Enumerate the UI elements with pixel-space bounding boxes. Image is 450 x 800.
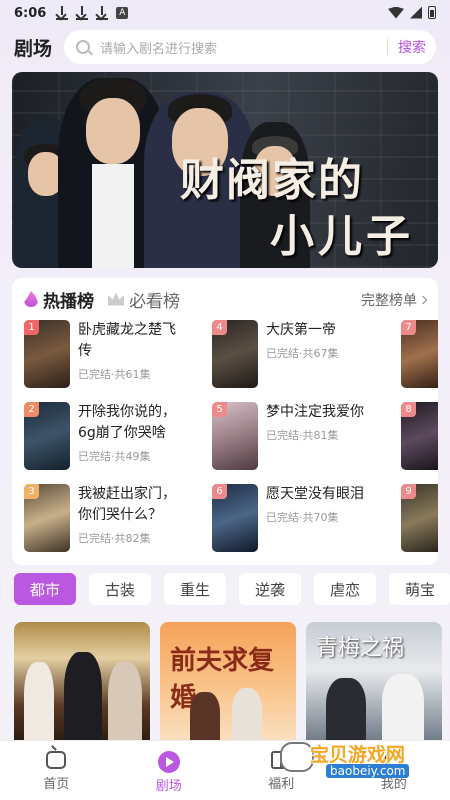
tab-must-watch-label: 必看榜 xyxy=(129,291,180,312)
drama-grid: 前夫求复婚 青梅之祸 xyxy=(14,622,450,742)
status-time: 6:06 xyxy=(14,5,47,21)
genre-chips: 都市 古装 重生 逆袭 虐恋 萌宝 xyxy=(14,573,450,605)
poster: 7 xyxy=(401,320,438,388)
rank-number: 6 xyxy=(212,484,227,499)
genre-chip-comeback[interactable]: 逆袭 xyxy=(239,573,301,605)
poster: 5 xyxy=(212,402,258,470)
drama-card-title: 青梅之祸 xyxy=(316,636,405,661)
flame-icon xyxy=(24,291,38,307)
chevron-right-icon xyxy=(418,295,428,305)
full-list-link[interactable]: 完整榜单 xyxy=(361,290,428,310)
status-bar: 6:06 A xyxy=(0,0,450,26)
banner[interactable]: 财阀家的 小儿子 xyxy=(12,72,438,268)
download-icon xyxy=(76,6,89,20)
ranking-item[interactable]: 9 xyxy=(401,484,438,552)
rank-number: 5 xyxy=(212,402,227,417)
rank-number: 9 xyxy=(401,484,416,499)
rank-number: 1 xyxy=(24,320,39,335)
poster: 6 xyxy=(212,484,258,552)
drama-meta: 已完结·共81集 xyxy=(266,429,339,442)
drama-title: 开除我你说的，6g崩了你哭啥 xyxy=(78,404,176,441)
tab-home[interactable]: 首页 xyxy=(0,741,113,800)
poster: 8 xyxy=(401,402,438,470)
genre-chip-costume[interactable]: 古装 xyxy=(89,573,151,605)
banner-title-line1: 财阀家的 xyxy=(180,155,364,206)
drama-title: 愿天堂没有眼泪 xyxy=(266,486,364,502)
search-icon xyxy=(76,40,91,54)
ranking-item[interactable]: 1 卧虎藏龙之楚飞传 已完结·共61集 xyxy=(24,320,214,388)
rank-number: 4 xyxy=(212,320,227,335)
drama-card[interactable]: 青梅之祸 xyxy=(306,622,442,742)
watermark-url: baobeiy.com xyxy=(326,764,410,778)
rank-number: 3 xyxy=(24,484,39,499)
page-title: 剧场 xyxy=(14,37,53,60)
tab-hot-label: 热播榜 xyxy=(43,291,94,312)
tab-hot[interactable]: 热播榜 xyxy=(24,287,94,312)
drama-meta: 已完结·共61集 xyxy=(78,368,151,381)
tab-theater-label: 剧场 xyxy=(155,779,182,794)
banner-title-line2: 小儿子 xyxy=(270,211,414,262)
drama-title: 梦中注定我爱你 xyxy=(266,404,364,420)
drama-meta: 已完结·共70集 xyxy=(266,511,339,524)
ranking-item[interactable]: 3 我被赶出家门，你们哭什么？ 已完结·共82集 xyxy=(24,484,214,552)
download-icon xyxy=(96,6,109,20)
poster: 1 xyxy=(24,320,70,388)
watermark-text: 宝贝游戏网 xyxy=(310,744,406,766)
poster: 4 xyxy=(212,320,258,388)
genre-chip-cute-baby[interactable]: 萌宝 xyxy=(389,573,450,605)
crown-icon xyxy=(108,292,124,306)
ranking-item[interactable]: 5 梦中注定我爱你 已完结·共81集 xyxy=(212,402,402,470)
ranking-card: 热播榜 必看榜 完整榜单 1 卧虎藏龙之楚飞传 已完结·共61集 2 开除我你说… xyxy=(12,278,438,565)
drama-meta: 已完结·共82集 xyxy=(78,532,151,545)
watermark: 宝贝游戏网 baobeiy.com xyxy=(280,740,430,784)
gamepad-icon xyxy=(280,742,314,772)
wifi-icon xyxy=(388,6,404,19)
drama-title: 大庆第一帝 xyxy=(266,322,336,338)
drama-card[interactable] xyxy=(14,622,150,742)
poster: 2 xyxy=(24,402,70,470)
download-icon xyxy=(56,6,69,20)
ranking-item[interactable]: 4 大庆第一帝 已完结·共67集 xyxy=(212,320,402,388)
rank-number: 8 xyxy=(401,402,416,417)
rank-number: 2 xyxy=(24,402,39,417)
search-input[interactable]: 请输入剧名进行搜索 xyxy=(100,38,377,57)
drama-card[interactable]: 前夫求复婚 xyxy=(160,622,296,742)
search-divider xyxy=(387,39,388,55)
a-icon: A xyxy=(116,7,129,19)
search-button[interactable]: 搜索 xyxy=(398,37,426,57)
ranking-item[interactable]: 8 xyxy=(401,402,438,470)
genre-chip-rebirth[interactable]: 重生 xyxy=(164,573,226,605)
cell-icon xyxy=(410,6,422,19)
tv-icon xyxy=(46,751,67,769)
genre-chip-romance[interactable]: 虐恋 xyxy=(314,573,376,605)
genre-chip-urban[interactable]: 都市 xyxy=(14,573,76,605)
tab-must-watch[interactable]: 必看榜 xyxy=(108,287,180,312)
drama-meta: 已完结·共49集 xyxy=(78,450,151,463)
poster: 3 xyxy=(24,484,70,552)
full-list-label: 完整榜单 xyxy=(361,293,417,309)
status-icons: A xyxy=(56,6,129,20)
drama-title: 我被赶出家门，你们哭什么？ xyxy=(78,486,176,523)
tab-home-label: 首页 xyxy=(43,777,70,792)
drama-meta: 已完结·共67集 xyxy=(266,347,339,360)
drama-title: 卧虎藏龙之楚飞传 xyxy=(78,322,176,359)
ranking-item[interactable]: 6 愿天堂没有眼泪 已完结·共70集 xyxy=(212,484,402,552)
tab-theater[interactable]: 剧场 xyxy=(113,741,226,800)
ranking-item[interactable]: 2 开除我你说的，6g崩了你哭啥 已完结·共49集 xyxy=(24,402,214,470)
rank-number: 7 xyxy=(401,320,416,335)
search-bar[interactable]: 请输入剧名进行搜索 搜索 xyxy=(64,30,436,64)
ranking-tabs: 热播榜 必看榜 xyxy=(24,286,194,312)
play-icon xyxy=(157,751,180,773)
poster: 9 xyxy=(401,484,438,552)
battery-icon xyxy=(428,6,436,19)
header: 剧场 请输入剧名进行搜索 搜索 xyxy=(0,28,450,66)
ranking-item[interactable]: 7 xyxy=(401,320,438,388)
